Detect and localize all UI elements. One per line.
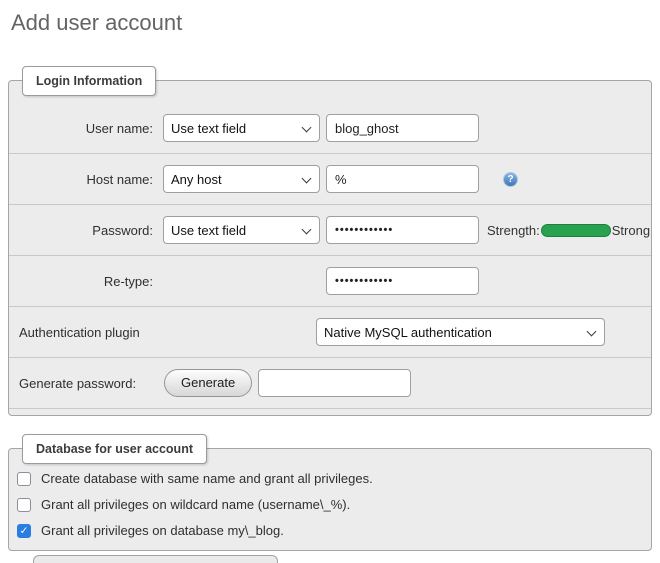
grant-wildcard-row: Grant all privileges on wildcard name (u… [17, 497, 641, 512]
password-label: Password: [19, 223, 153, 238]
database-for-user-fieldset: Database for user account Create databas… [8, 448, 652, 551]
username-type-select[interactable]: Use text field [163, 114, 320, 142]
grant-wildcard-checkbox[interactable] [17, 498, 31, 512]
generate-password-label: Generate password: [19, 376, 155, 391]
hostname-label: Host name: [19, 172, 153, 187]
username-label: User name: [19, 121, 153, 136]
database-for-user-legend: Database for user account [22, 434, 207, 464]
auth-plugin-select[interactable]: Native MySQL authentication [316, 318, 605, 346]
auth-plugin-select-wrap: Native MySQL authentication [316, 318, 605, 346]
strength-value: Strong [612, 223, 650, 238]
hostname-row: Host name: Any host ? [9, 154, 651, 205]
password-row: Password: Use text field Strength: Stron… [9, 205, 651, 256]
auth-plugin-row: Authentication plugin Native MySQL authe… [9, 307, 651, 358]
retype-password-input[interactable] [326, 267, 479, 295]
generated-password-input[interactable] [258, 369, 411, 397]
password-type-select[interactable]: Use text field [163, 216, 320, 244]
next-section-legend-partial [33, 555, 278, 563]
strength-meter-bar [541, 224, 611, 237]
username-type-select-wrap: Use text field [163, 114, 320, 142]
checkmark-icon: ✓ [20, 525, 29, 537]
hostname-type-select-wrap: Any host [163, 165, 320, 193]
page-title: Add user account [0, 0, 660, 36]
generate-button[interactable]: Generate [164, 369, 252, 397]
username-row: User name: Use text field [9, 103, 651, 154]
grant-database-row: ✓ Grant all privileges on database my\_b… [17, 523, 641, 538]
create-db-same-name-checkbox[interactable] [17, 472, 31, 486]
database-for-user-body: Create database with same name and grant… [9, 449, 651, 550]
hostname-type-select[interactable]: Any host [163, 165, 320, 193]
login-information-legend: Login Information [22, 66, 156, 96]
password-input[interactable] [326, 216, 479, 244]
strength-label: Strength: [487, 223, 540, 238]
grant-database-checkbox[interactable]: ✓ [17, 524, 31, 538]
login-information-fieldset: Login Information User name: Use text fi… [8, 80, 652, 416]
auth-plugin-label: Authentication plugin [19, 325, 306, 340]
password-type-select-wrap: Use text field [163, 216, 320, 244]
create-db-same-name-row: Create database with same name and grant… [17, 471, 641, 486]
username-input[interactable] [326, 114, 479, 142]
question-help-icon[interactable]: ? [503, 172, 518, 187]
create-db-same-name-label: Create database with same name and grant… [41, 471, 373, 486]
login-information-body: User name: Use text field Host name: Any… [9, 81, 651, 415]
hostname-input[interactable] [326, 165, 479, 193]
grant-wildcard-label: Grant all privileges on wildcard name (u… [41, 497, 350, 512]
password-strength: Strength: Strong [487, 223, 650, 238]
retype-label: Re-type: [19, 274, 153, 289]
retype-row: Re-type: [9, 256, 651, 307]
generate-password-row: Generate password: Generate [9, 358, 651, 409]
grant-database-label: Grant all privileges on database my\_blo… [41, 523, 284, 538]
